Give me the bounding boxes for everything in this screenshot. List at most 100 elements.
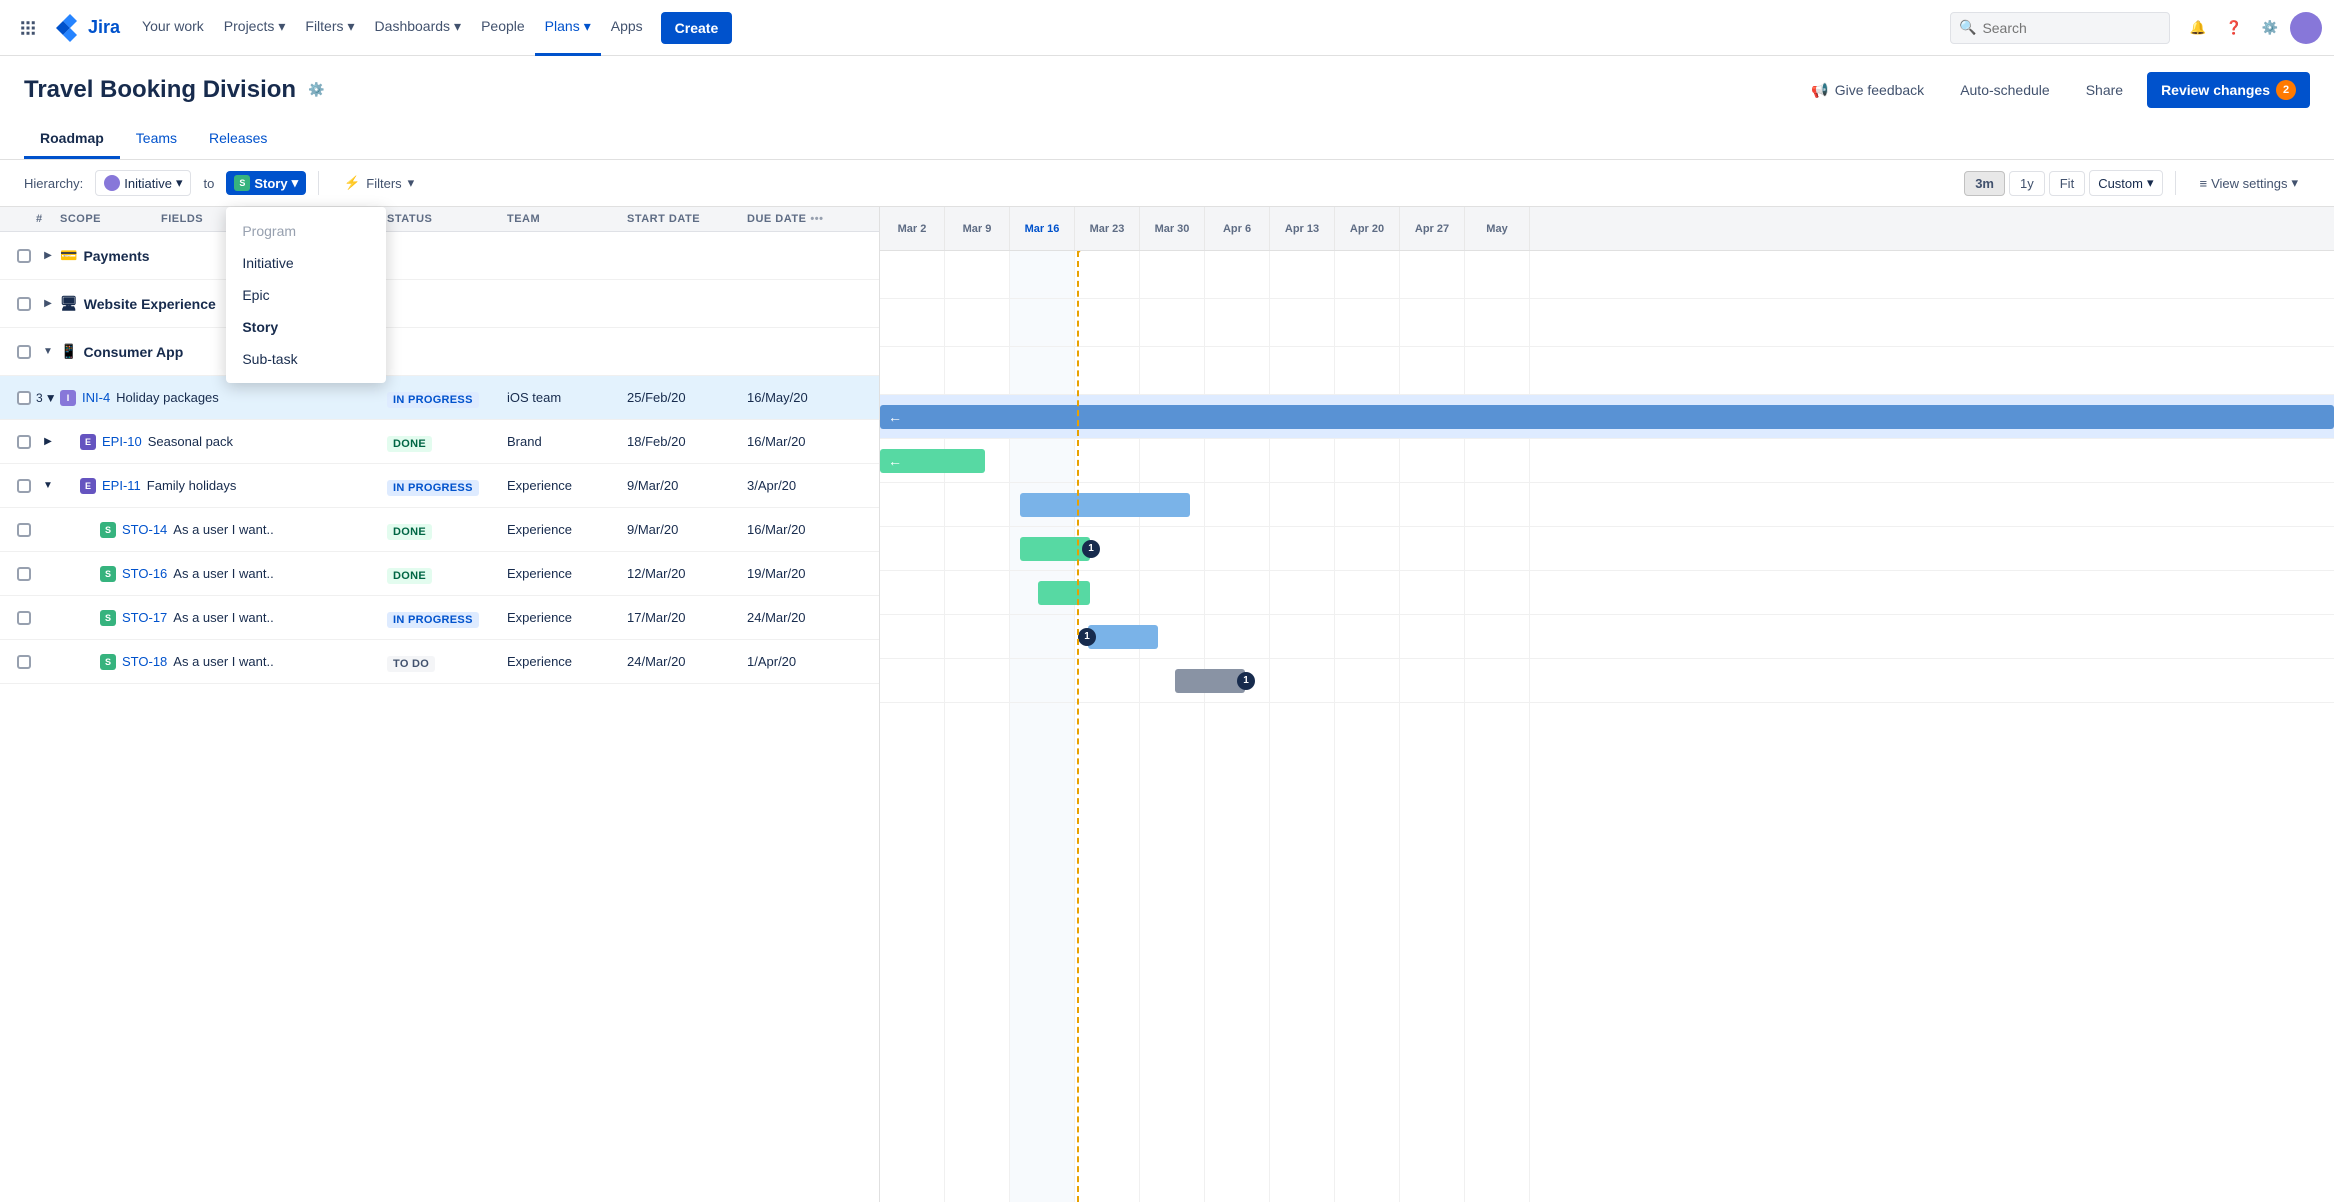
dropdown-item-epic[interactable]: Epic (226, 279, 386, 311)
topnav-plans[interactable]: Plans ▾ (535, 0, 601, 56)
to-dropdown-container: S Story ▾ Program Initiative Epic Story … (226, 171, 306, 195)
time-1y-button[interactable]: 1y (2009, 171, 2045, 196)
jira-logo[interactable]: Jira (56, 14, 120, 42)
tab-teams[interactable]: Teams (120, 120, 193, 159)
team-header: Team (507, 213, 627, 225)
notifications-button[interactable]: 🔔 (2182, 12, 2214, 44)
gantt-col-apr6: Apr 6 (1205, 207, 1270, 250)
sto16-name: As a user I want.. (173, 566, 273, 581)
review-badge: 2 (2276, 80, 2296, 100)
auto-schedule-button[interactable]: Auto-schedule (1948, 76, 2062, 104)
epi11-status: IN PROGRESS (387, 480, 479, 496)
time-3m-button[interactable]: 3m (1964, 171, 2005, 196)
more-options-icon[interactable]: ••• (810, 213, 823, 225)
sto17-key[interactable]: STO-17 (122, 610, 167, 625)
ini4-key[interactable]: INI-4 (82, 390, 110, 405)
gantt-bar-epi11[interactable] (1020, 493, 1190, 517)
duedate-header: Due date ••• (747, 213, 867, 225)
sto16-key[interactable]: STO-16 (122, 566, 167, 581)
epi10-issue: E EPI-10 Seasonal pack (60, 434, 387, 450)
row-sto16[interactable]: S STO-16 As a user I want.. DONE Experie… (0, 552, 879, 596)
topnav-projects[interactable]: Projects ▾ (214, 0, 296, 56)
create-button[interactable]: Create (661, 12, 733, 44)
sto17-start: 17/Mar/20 (627, 610, 747, 625)
hierarchy-to-button[interactable]: S Story ▾ (226, 171, 306, 195)
ini4-status: IN PROGRESS (387, 392, 479, 408)
app-switcher-button[interactable] (12, 12, 44, 44)
gantt-bar-sto14[interactable]: 1 (1020, 537, 1090, 561)
consumer-checkbox[interactable] (17, 345, 31, 359)
search-box[interactable]: 🔍 (1950, 12, 2170, 44)
search-input[interactable] (1982, 20, 2161, 36)
ini4-expand[interactable]: ▼ (45, 391, 57, 405)
topnav-your-work[interactable]: Your work (132, 0, 214, 56)
gantt-col-mar23: Mar 23 (1075, 207, 1140, 250)
megaphone-icon: 📢 (1811, 82, 1828, 99)
time-fit-button[interactable]: Fit (2049, 171, 2085, 196)
sto17-checkbox[interactable] (17, 611, 31, 625)
sto14-checkbox[interactable] (17, 523, 31, 537)
epi10-checkbox[interactable] (17, 435, 31, 449)
topnav-filters[interactable]: Filters ▾ (295, 0, 364, 56)
custom-button[interactable]: Custom ▾ (2089, 170, 2162, 196)
sto14-key[interactable]: STO-14 (122, 522, 167, 537)
review-changes-button[interactable]: Review changes 2 (2147, 72, 2310, 108)
project-settings-button[interactable]: ⚙️ (304, 78, 329, 102)
row-sto18[interactable]: S STO-18 As a user I want.. TO DO Experi… (0, 640, 879, 684)
epi11-key[interactable]: EPI-11 (102, 478, 141, 493)
gantt-bar-sto18[interactable]: 1 (1175, 669, 1245, 693)
ini4-checkbox[interactable] (17, 391, 31, 405)
help-button[interactable]: ❓ (2218, 12, 2250, 44)
gantt-bar-sto17[interactable]: 1 (1088, 625, 1158, 649)
section-consumer[interactable]: ▼ 📱 Consumer App (0, 328, 879, 376)
row-sto17[interactable]: S STO-17 As a user I want.. IN PROGRESS … (0, 596, 879, 640)
row-epi10[interactable]: ▶ E EPI-10 Seasonal pack DONE Brand 18/F… (0, 420, 879, 464)
sto17-due: 24/Mar/20 (747, 610, 867, 625)
row-epi11[interactable]: ▼ E EPI-11 Family holidays IN PROGRESS E… (0, 464, 879, 508)
gantt-bar-ini4[interactable]: ← (880, 405, 2334, 429)
sto16-due: 19/Mar/20 (747, 566, 867, 581)
share-button[interactable]: Share (2074, 76, 2135, 104)
topnav-people[interactable]: People (471, 0, 535, 56)
row-ini4[interactable]: 3 ▼ I INI-4 Holiday packages IN PROGRESS… (0, 376, 879, 420)
view-controls: 3m 1y Fit Custom ▾ (1964, 170, 2162, 196)
view-settings-button[interactable]: ≡ View settings ▾ (2188, 171, 2310, 195)
payments-checkbox[interactable] (17, 249, 31, 263)
epi10-key[interactable]: EPI-10 (102, 434, 142, 449)
epi10-status: DONE (387, 436, 432, 452)
website-expand[interactable]: ▶ (36, 298, 60, 309)
page-actions: 📢 Give feedback Auto-schedule Share Revi… (1799, 72, 2310, 108)
title-area: Travel Booking Division ⚙️ (24, 76, 329, 104)
website-checkbox[interactable] (17, 297, 31, 311)
gantt-col-mar30: Mar 30 (1140, 207, 1205, 250)
topnav-dashboards[interactable]: Dashboards ▾ (365, 0, 472, 56)
dropdown-item-initiative[interactable]: Initiative (226, 247, 386, 279)
section-payments[interactable]: ▶ 💳 Payments (0, 232, 879, 280)
dropdown-item-story[interactable]: Story (226, 311, 386, 343)
epi10-expand[interactable]: ▶ (36, 436, 60, 447)
story-icon-sto16: S (100, 566, 116, 582)
give-feedback-button[interactable]: 📢 Give feedback (1799, 76, 1936, 105)
gantt-col-apr20: Apr 20 (1335, 207, 1400, 250)
gantt-bar-sto16[interactable] (1038, 581, 1090, 605)
consumer-expand[interactable]: ▼ (36, 346, 60, 357)
epi11-checkbox[interactable] (17, 479, 31, 493)
tab-releases[interactable]: Releases (193, 120, 283, 159)
settings-button[interactable]: ⚙️ (2254, 12, 2286, 44)
hierarchy-from-button[interactable]: Initiative ▾ (95, 170, 191, 196)
epi11-expand[interactable]: ▼ (36, 480, 60, 491)
payments-expand[interactable]: ▶ (36, 250, 60, 261)
gantt-row-sto14: 1 (880, 527, 2334, 571)
row-sto14[interactable]: S STO-14 As a user I want.. DONE Experie… (0, 508, 879, 552)
avatar[interactable] (2290, 12, 2322, 44)
gantt-bar-epi10[interactable]: ← (880, 449, 985, 473)
section-website[interactable]: ▶ 🖥 Website Experience (0, 280, 879, 328)
sto18-checkbox[interactable] (17, 655, 31, 669)
dropdown-item-subtask[interactable]: Sub-task (226, 343, 386, 375)
sto18-key[interactable]: STO-18 (122, 654, 167, 669)
filters-button[interactable]: ⚡ Filters ▾ (331, 170, 427, 196)
tab-roadmap[interactable]: Roadmap (24, 120, 120, 159)
topnav-apps[interactable]: Apps (601, 0, 653, 56)
sto16-checkbox[interactable] (17, 567, 31, 581)
gantt-row-ini4: ← (880, 395, 2334, 439)
